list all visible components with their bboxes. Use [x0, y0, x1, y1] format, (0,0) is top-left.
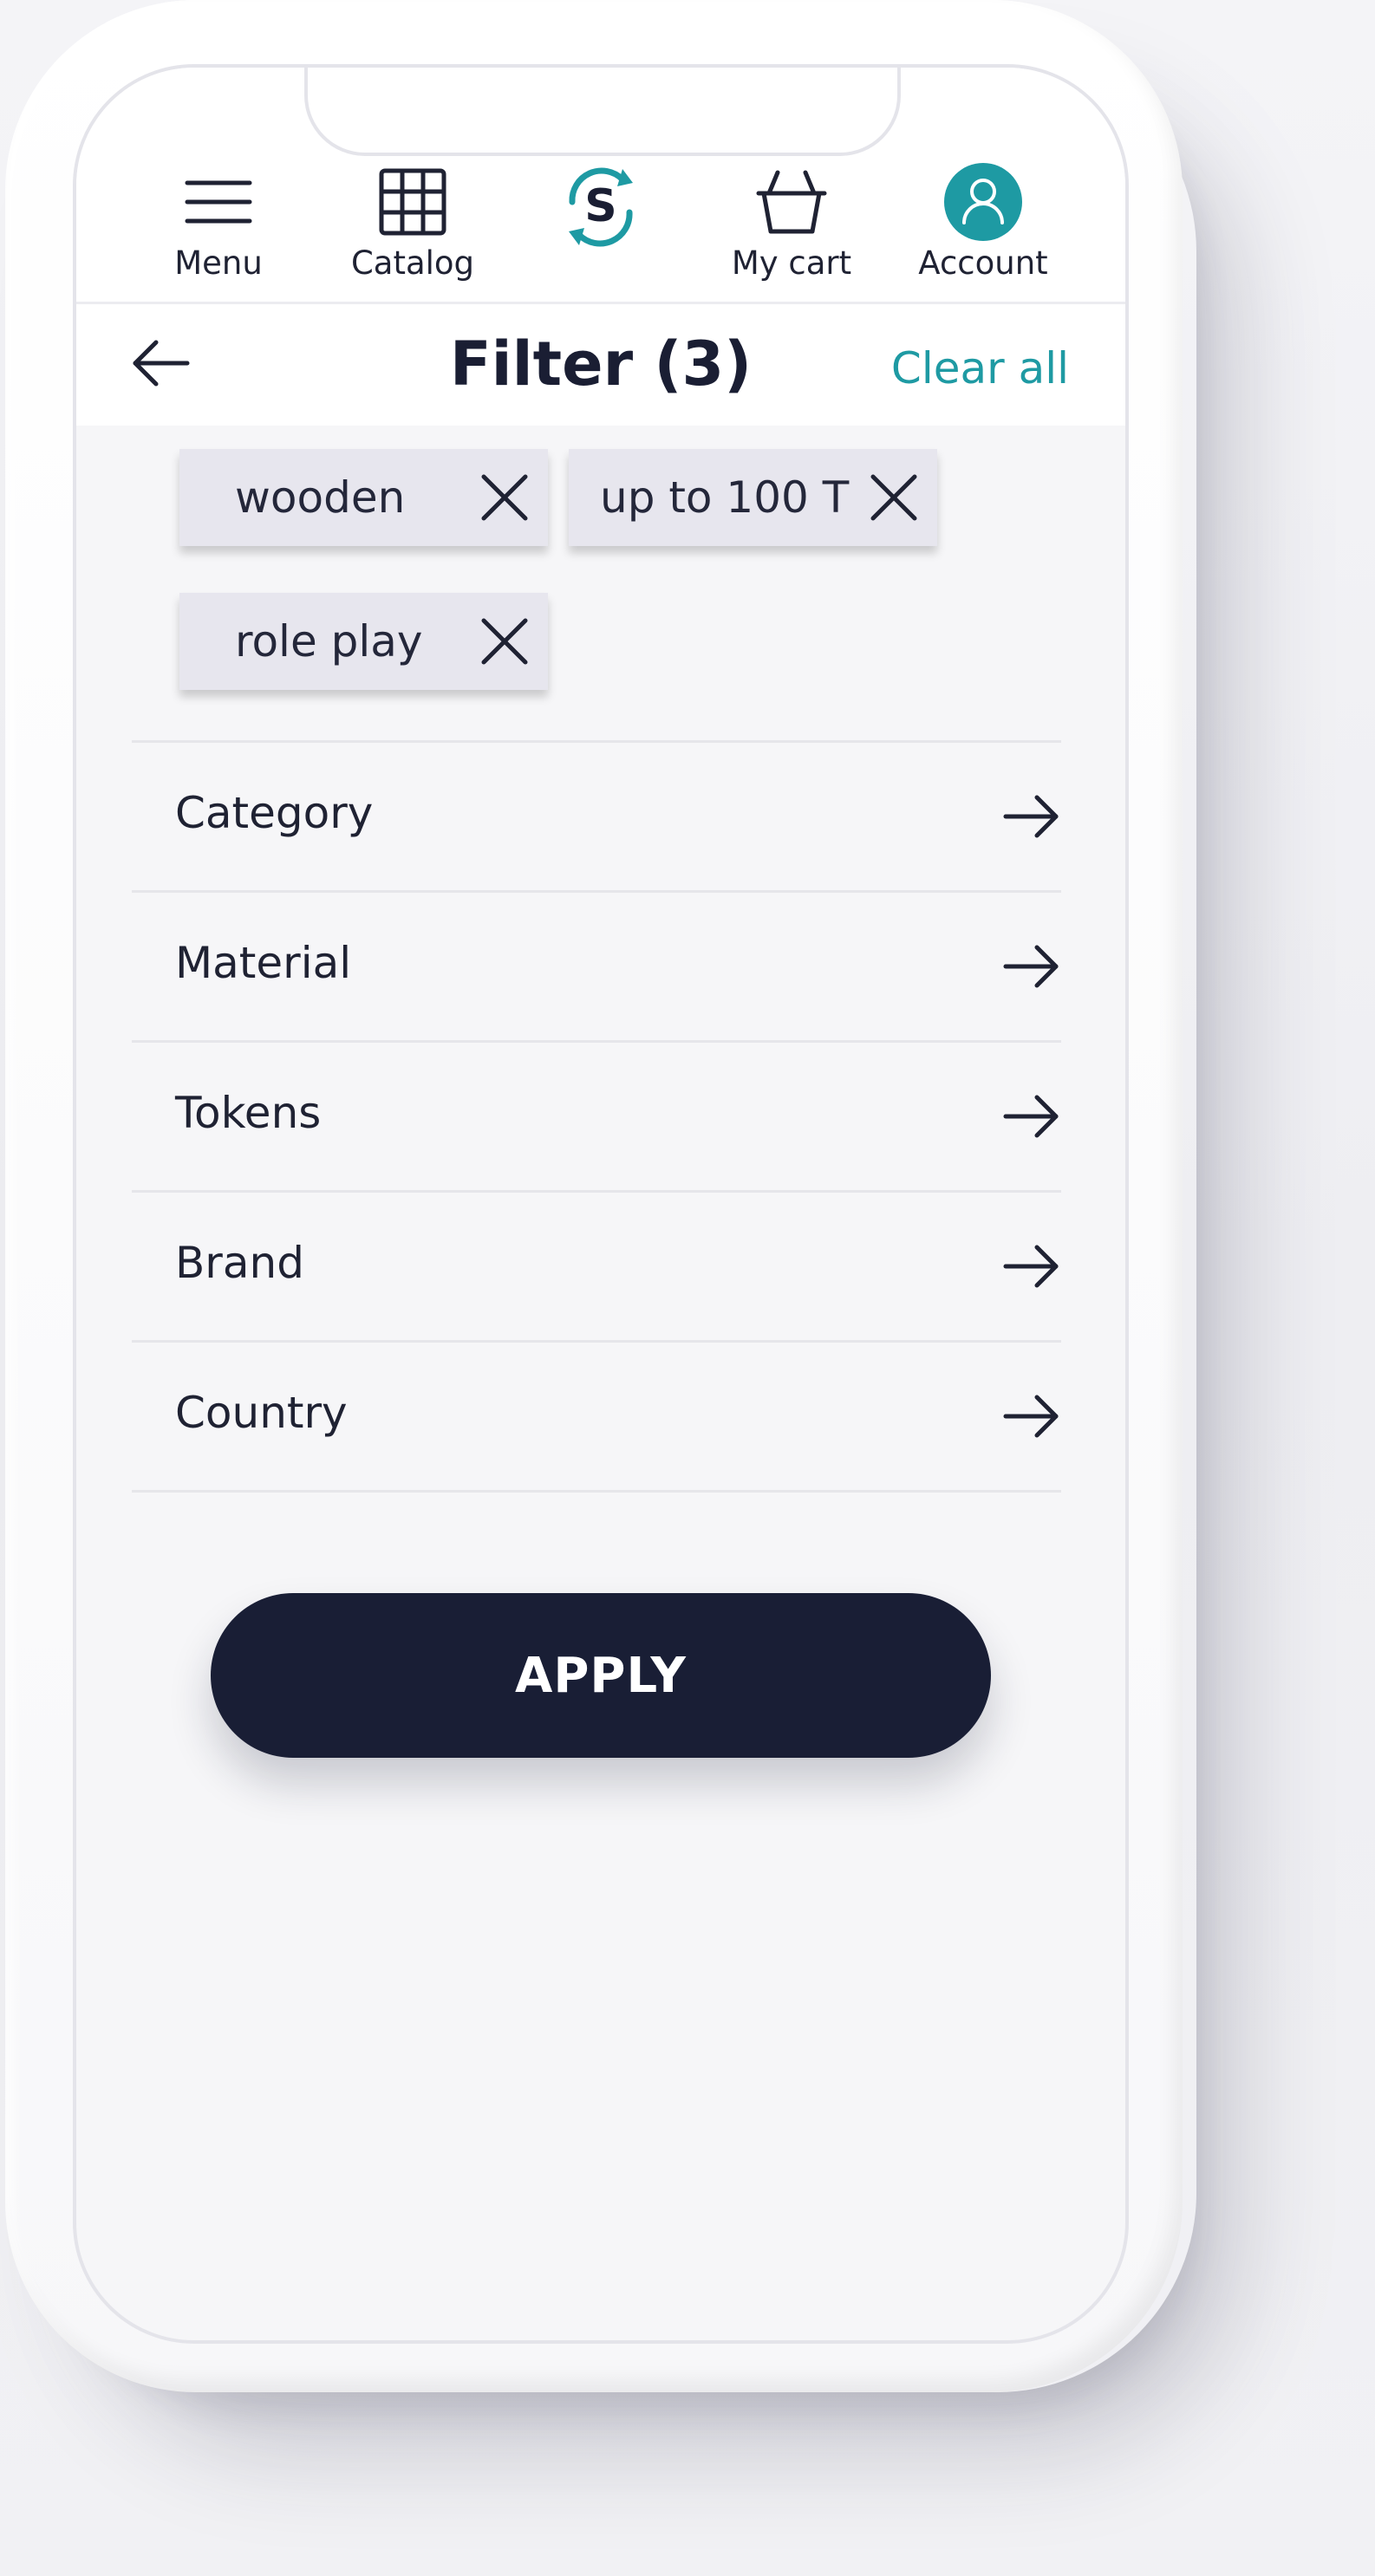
user-avatar-icon: [888, 163, 1078, 241]
arrow-right-icon: [1002, 1243, 1061, 1290]
filter-chip-price: up to 100 T: [569, 449, 937, 546]
row-label: Brand: [175, 1238, 304, 1288]
apply-button[interactable]: APPLY: [211, 1593, 991, 1758]
clear-all-link[interactable]: Clear all: [891, 343, 1069, 394]
filter-chip-wooden: wooden: [179, 449, 548, 546]
nav-cart-label: My cart: [731, 244, 852, 282]
nav-catalog[interactable]: Catalog: [317, 163, 508, 282]
filter-row-tokens[interactable]: Tokens: [132, 1040, 1061, 1190]
grid-icon: [317, 163, 508, 241]
arrow-right-icon: [1002, 1093, 1061, 1140]
arrow-right-icon: [1002, 793, 1061, 840]
row-label: Country: [175, 1388, 348, 1438]
filter-row-brand[interactable]: Brand: [132, 1190, 1061, 1340]
row-label: Material: [175, 938, 352, 988]
arrow-right-icon: [1002, 1393, 1061, 1440]
nav-catalog-label: Catalog: [350, 244, 475, 282]
close-icon[interactable]: [868, 472, 920, 524]
brand-logo[interactable]: S: [505, 154, 696, 258]
chip-label: wooden: [235, 472, 406, 523]
nav-account[interactable]: Account: [888, 163, 1078, 282]
chip-label: role play: [235, 616, 423, 667]
basket-icon: [696, 163, 887, 241]
filter-row-category[interactable]: Category: [132, 740, 1061, 890]
s-logo-icon: S: [505, 154, 696, 258]
top-navigation-bar: Menu Catalog S My cart Account: [76, 68, 1125, 304]
close-icon[interactable]: [479, 472, 531, 524]
nav-menu[interactable]: Menu: [123, 163, 314, 282]
filter-row-country[interactable]: Country: [132, 1340, 1061, 1493]
device-notch: [304, 68, 901, 156]
nav-cart[interactable]: My cart: [696, 163, 887, 282]
row-label: Category: [175, 788, 374, 838]
nav-menu-label: Menu: [174, 244, 263, 282]
filter-chip-role-play: role play: [179, 593, 548, 690]
row-label: Tokens: [175, 1088, 322, 1138]
chip-label: up to 100 T: [600, 472, 850, 523]
filter-categories-list: Category Material Tokens Brand Country: [132, 740, 1061, 1493]
app-screen: Menu Catalog S My cart Account Filter (3…: [73, 64, 1129, 2344]
nav-account-label: Account: [918, 244, 1048, 282]
close-icon[interactable]: [479, 615, 531, 667]
arrow-right-icon: [1002, 943, 1061, 990]
filter-row-material[interactable]: Material: [132, 890, 1061, 1040]
hamburger-icon: [123, 163, 314, 241]
filter-header: Filter (3) Clear all: [76, 304, 1125, 426]
phone-frame: Menu Catalog S My cart Account Filter (3…: [5, 0, 1183, 2392]
logo-letter: S: [584, 180, 616, 232]
